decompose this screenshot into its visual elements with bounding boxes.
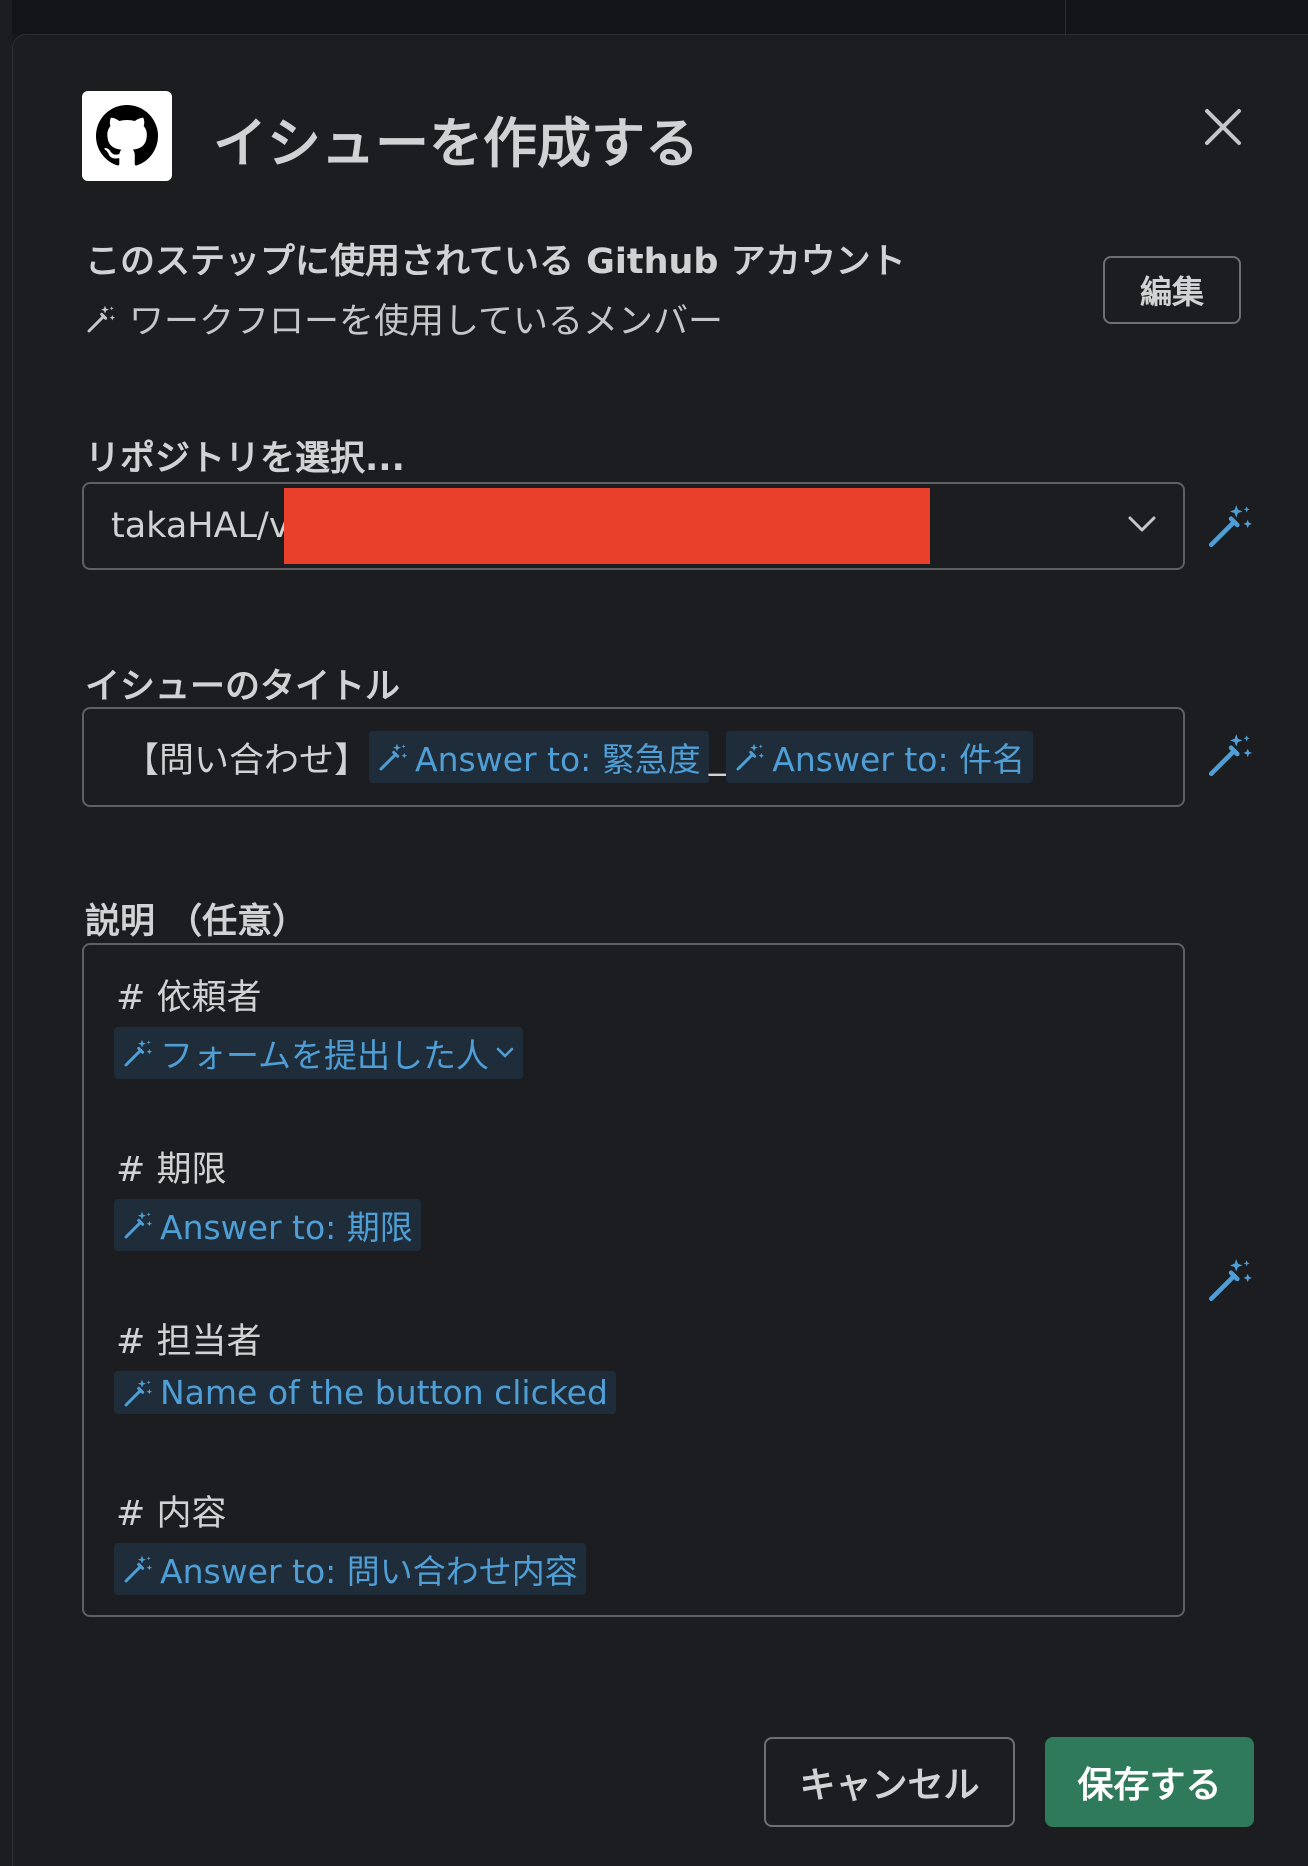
issue-title-separator: _	[708, 737, 727, 777]
description-label: 説明 （任意）	[85, 902, 308, 942]
background-top-bar	[0, 0, 1308, 34]
repository-select[interactable]: takaHAL/v	[82, 482, 1185, 570]
variable-token-label: Answer to: 件名	[772, 740, 1026, 779]
description-heading: # 内容	[116, 1494, 227, 1534]
variable-token-label: フォームを提出した人	[160, 1036, 490, 1075]
variable-token-dropdown[interactable]: フォームを提出した人	[114, 1027, 524, 1079]
chevron-down-icon	[1128, 516, 1156, 532]
issue-title-label: イシューのタイトル	[85, 667, 401, 707]
variable-token[interactable]: Name of the button clicked	[114, 1371, 616, 1414]
magic-wand-icon	[122, 1037, 154, 1069]
issue-title-prefix: 【問い合わせ】	[124, 740, 370, 781]
insert-variable-icon[interactable]	[1205, 1255, 1255, 1305]
variable-token-label: Name of the button clicked	[160, 1373, 608, 1412]
insert-variable-icon[interactable]	[1205, 730, 1255, 780]
magic-wand-icon	[734, 741, 766, 773]
description-heading: # 担当者	[116, 1322, 262, 1362]
close-icon[interactable]	[1195, 99, 1251, 155]
edit-button[interactable]: 編集	[1103, 256, 1241, 324]
repository-value: takaHAL/v	[111, 506, 290, 546]
magic-wand-icon	[122, 1553, 154, 1585]
insert-variable-icon[interactable]	[1205, 501, 1255, 551]
redaction-box	[284, 488, 930, 564]
cancel-button[interactable]: キャンセル	[764, 1737, 1015, 1827]
create-issue-modal: イシューを作成する このステップに使用されている Github アカウント ワー…	[12, 34, 1308, 1866]
magic-wand-icon	[85, 303, 117, 335]
description-textarea[interactable]: # 依頼者 フォームを提出した人 # 期限 Answer to: 期限 # 担当…	[82, 943, 1185, 1617]
description-heading: # 依頼者	[116, 978, 262, 1018]
repository-label: リポジトリを選択...	[85, 439, 405, 479]
variable-token-label: Answer to: 緊急度	[415, 740, 701, 779]
save-button[interactable]: 保存する	[1045, 1737, 1254, 1827]
background-left-strip	[0, 0, 12, 1866]
modal-title: イシューを作成する	[213, 112, 699, 175]
github-logo-icon	[82, 91, 172, 181]
account-value: ワークフローを使用しているメンバー	[85, 293, 723, 344]
variable-token-label: Answer to: 期限	[160, 1208, 413, 1247]
account-value-text: ワークフローを使用しているメンバー	[129, 302, 723, 342]
variable-token[interactable]: Answer to: 件名	[726, 731, 1034, 783]
background-divider	[1065, 0, 1066, 34]
variable-token[interactable]: Answer to: 緊急度	[369, 731, 709, 783]
chevron-down-icon	[496, 1047, 514, 1058]
magic-wand-icon	[122, 1377, 154, 1409]
issue-title-input[interactable]: 【問い合わせ】 Answer to: 緊急度 _ Answer to: 件名	[82, 707, 1185, 807]
magic-wand-icon	[122, 1209, 154, 1241]
variable-token-label: Answer to: 問い合わせ内容	[160, 1552, 578, 1591]
account-heading: このステップに使用されている Github アカウント	[85, 242, 906, 282]
description-heading: # 期限	[116, 1150, 227, 1190]
variable-token[interactable]: Answer to: 期限	[114, 1199, 421, 1251]
magic-wand-icon	[377, 741, 409, 773]
variable-token[interactable]: Answer to: 問い合わせ内容	[114, 1543, 586, 1595]
